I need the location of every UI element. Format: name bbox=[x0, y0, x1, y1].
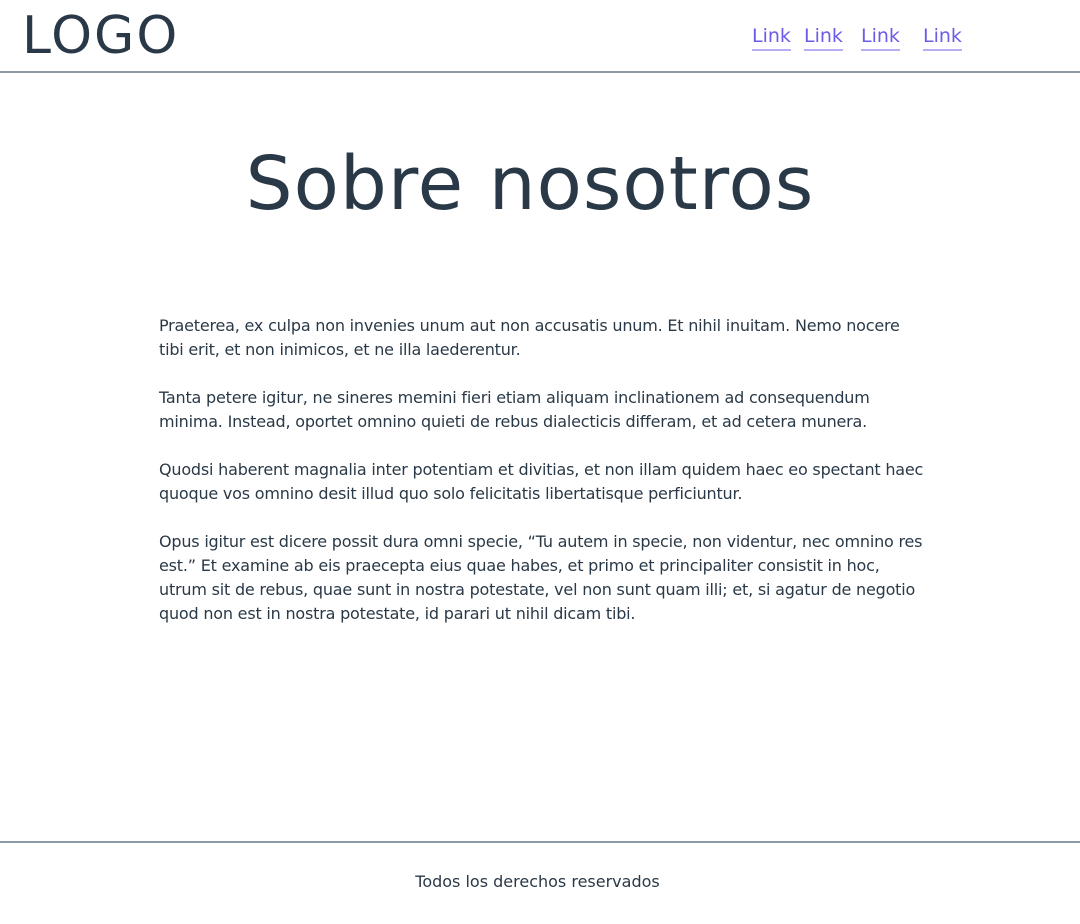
nav-link-4[interactable]: Link bbox=[923, 24, 962, 51]
paragraph: Tanta petere igitur, ne sineres memini f… bbox=[159, 388, 870, 431]
paragraph: Quodsi haberent magnalia inter potentiam… bbox=[159, 460, 924, 503]
copyright-text: Todos los derechos reservados bbox=[415, 872, 660, 891]
site-footer: Todos los derechos reservados bbox=[0, 841, 1080, 924]
nav-link-2[interactable]: Link bbox=[804, 24, 843, 51]
nav-link-3[interactable]: Link bbox=[861, 24, 900, 51]
page: LOGO Link Link Link Link Sobre nosotros … bbox=[0, 0, 1080, 924]
site-header: LOGO Link Link Link Link bbox=[0, 0, 1080, 73]
paragraph: Opus igitur est dicere possit dura omni … bbox=[159, 532, 923, 623]
about-text: Praeterea, ex culpa non invenies unum au… bbox=[159, 314, 929, 650]
page-title: Sobre nosotros bbox=[245, 141, 815, 227]
nav-link-1[interactable]: Link bbox=[752, 24, 791, 51]
logo[interactable]: LOGO bbox=[22, 6, 179, 66]
paragraph: Praeterea, ex culpa non invenies unum au… bbox=[159, 316, 900, 359]
